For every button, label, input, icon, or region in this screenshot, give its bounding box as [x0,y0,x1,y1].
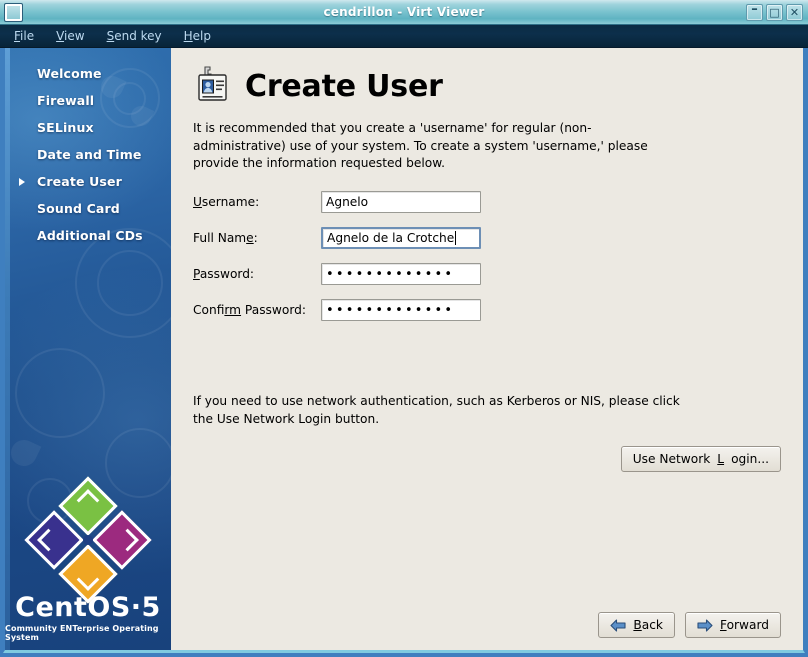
wizard-footer: Back Forward [189,612,785,650]
centos-logo: CentOS·5 Community ENTerprise Operating … [5,476,171,642]
back-button[interactable]: Back [598,612,675,638]
arrow-left-icon [610,618,626,632]
use-network-login-pre: Use Network [632,452,711,467]
sidebar-item-create-user[interactable]: Create User [27,168,171,195]
field-row-password: Password: ••••••••••••• [193,263,785,286]
id-badge-icon [193,66,231,106]
virt-viewer-window: cendrillon - Virt Viewer – □ ✕ File View… [0,0,808,657]
confirm-password-input[interactable]: ••••••••••••• [321,299,481,322]
password-label-text: assword: [199,267,255,282]
centos-pinwheel-icon [20,472,156,608]
minimize-icon: – [751,1,758,17]
network-login-row: Use Network Login... [189,446,785,473]
page-title: Create User [245,68,443,104]
field-row-username: Username: Agnelo [193,191,785,214]
username-label-mnemonic: U [193,195,202,210]
confirm-password-label-mnemonic: rm [224,303,242,318]
menu-file-rest: ile [20,29,35,43]
username-label: Username: [193,195,321,209]
close-icon: ✕ [789,5,800,19]
menu-send-key[interactable]: Send key [105,27,172,45]
menu-help-rest: elp [192,29,212,43]
username-value: Agnelo [326,195,369,210]
sidebar-item-firewall[interactable]: Firewall [27,87,171,114]
menu-bar: File View Send key Help [0,25,808,48]
create-user-form: Username: Agnelo Full Name: Agnelo de la… [193,191,785,335]
title-bar: cendrillon - Virt Viewer – □ ✕ [0,0,808,25]
sidebar-item-sound-card[interactable]: Sound Card [27,195,171,222]
confirm-password-label-pre: Confi [193,303,225,318]
guest-display: Welcome Firewall SELinux Date and Time C… [0,48,808,657]
username-label-text: sername: [201,195,260,210]
sidebar-item-selinux[interactable]: SELinux [27,114,171,141]
network-auth-note: If you need to use network authenticatio… [193,394,680,426]
sidebar-item-additional-cds[interactable]: Additional CDs [27,222,171,249]
centos-tagline: Community ENTerprise Operating System [5,624,159,642]
use-network-login-post: ogin... [731,452,769,467]
setup-main-panel: Create User It is recommended that you c… [171,48,803,650]
confirm-password-value: ••••••••••••• [326,302,455,318]
use-network-login-mnemonic: L [717,452,725,467]
window-title: cendrillon - Virt Viewer [323,5,485,19]
full-name-label: Full Name: [193,231,321,245]
full-name-label-mnemonic: e [246,231,254,246]
decor-swirl-6 [105,428,171,498]
sidebar-item-welcome[interactable]: Welcome [27,60,171,87]
setup-sidebar: Welcome Firewall SELinux Date and Time C… [5,48,171,650]
menu-help[interactable]: Help [182,27,221,45]
field-row-full-name: Full Name: Agnelo de la Crotche [193,227,785,250]
menu-help-mnemonic: H [183,29,193,43]
menu-view[interactable]: View [54,27,94,45]
back-label: ack [641,618,663,632]
field-row-confirm-password: Confirm Password: ••••••••••••• [193,299,785,322]
decor-petal-3 [6,435,42,471]
username-input[interactable]: Agnelo [321,191,481,214]
text-cursor [455,231,457,246]
back-mnemonic: B [633,618,642,632]
menu-sendkey-rest: end key [114,29,162,43]
arrow-right-icon [697,618,713,632]
forward-label: orward [726,618,769,632]
full-name-label-post: : [253,231,258,246]
menu-view-rest: iew [64,29,85,43]
minimize-button[interactable]: – [746,1,763,21]
forward-button[interactable]: Forward [684,612,781,638]
page-header: Create User [193,66,785,106]
confirm-password-label-post: Password: [241,303,306,318]
decor-swirl-4 [97,250,163,316]
menu-view-mnemonic: V [56,29,65,43]
password-label: Password: [193,267,321,281]
password-value: ••••••••••••• [326,266,455,282]
window-controls: – □ ✕ [746,1,805,21]
decor-swirl-5 [15,348,105,438]
password-input[interactable]: ••••••••••••• [321,263,481,286]
menu-file[interactable]: File [12,27,44,45]
use-network-login-button[interactable]: Use Network Login... [620,446,781,473]
full-name-label-pre: Full Nam [193,231,247,246]
maximize-button[interactable]: □ [766,3,783,21]
forward-mnemonic: F [719,618,727,632]
password-label-mnemonic: P [193,267,200,282]
close-button[interactable]: ✕ [786,3,803,21]
full-name-value: Agnelo de la Crotche [327,231,455,246]
confirm-password-label: Confirm Password: [193,303,321,317]
full-name-input[interactable]: Agnelo de la Crotche [321,227,481,250]
window-icon [4,2,23,22]
sidebar-item-date-and-time[interactable]: Date and Time [27,141,171,168]
maximize-icon: □ [769,5,780,19]
intro-text: It is recommended that you create a 'use… [193,121,648,171]
sidebar-nav: Welcome Firewall SELinux Date and Time C… [5,48,171,249]
